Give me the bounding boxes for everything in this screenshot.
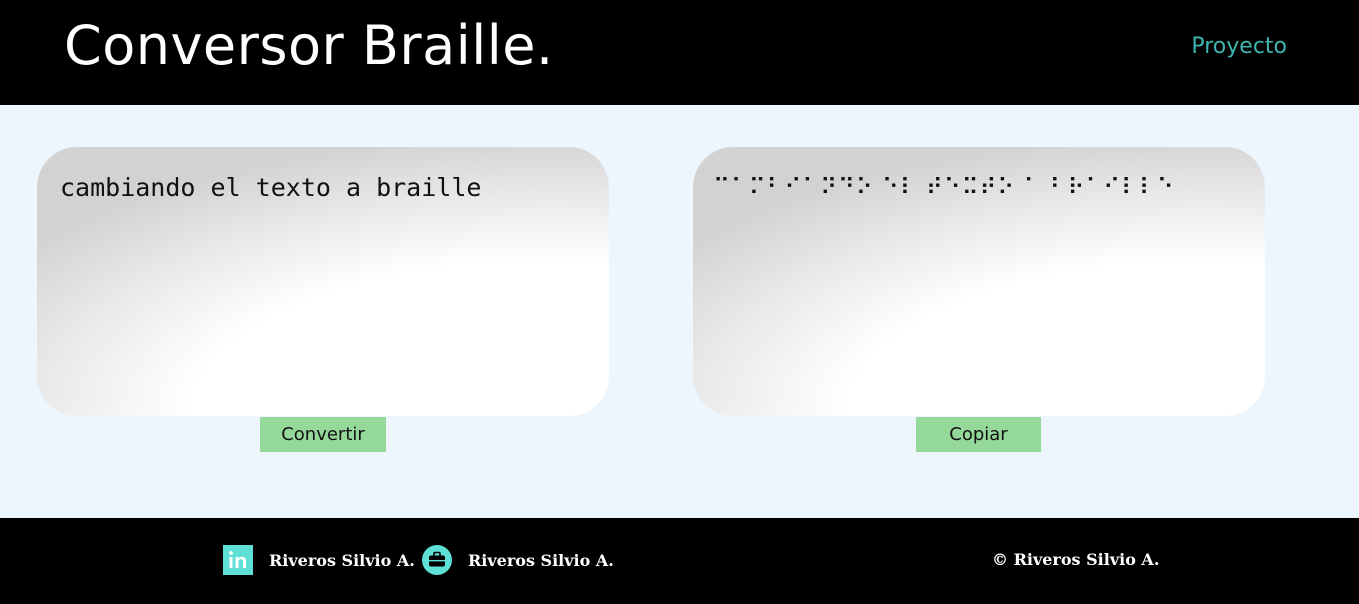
copyright-text: © Riveros Silvio A. (992, 550, 1160, 569)
braille-output[interactable]: ⠉⠁⠍⠃⠊⠁⠝⠙⠕ ⠑⠇ ⠞⠑⠭⠞⠕ ⠁ ⠃⠗⠁⠊⠇⠇⠑ (713, 171, 1235, 386)
portfolio-link[interactable]: Riveros Silvio A. (422, 545, 614, 575)
convert-button[interactable]: Convertir (260, 417, 386, 452)
output-panel: ⠉⠁⠍⠃⠊⠁⠝⠙⠕ ⠑⠇ ⠞⠑⠭⠞⠕ ⠁ ⠃⠗⠁⠊⠇⠇⠑ (693, 147, 1265, 416)
text-input[interactable]: cambiando el texto a braille (60, 171, 579, 386)
briefcase-icon (422, 545, 452, 575)
copy-button[interactable]: Copiar (916, 417, 1041, 452)
site-title: Conversor Braille. (64, 14, 554, 77)
converter-area: cambiando el texto a braille Convertir ⠉… (0, 105, 1359, 518)
site-footer: Riveros Silvio A. Riveros Silvio A. © Ri… (0, 518, 1359, 604)
input-panel: cambiando el texto a braille (37, 147, 609, 416)
resize-grip-icon[interactable] (1254, 404, 1263, 413)
resize-grip-icon[interactable] (598, 404, 607, 413)
portfolio-label: Riveros Silvio A. (468, 550, 614, 570)
nav-link-proyecto[interactable]: Proyecto (1191, 34, 1287, 59)
linkedin-icon (223, 545, 253, 575)
site-header: Conversor Braille. Proyecto (0, 0, 1359, 105)
linkedin-label: Riveros Silvio A. (269, 550, 415, 570)
linkedin-link[interactable]: Riveros Silvio A. (223, 545, 415, 575)
